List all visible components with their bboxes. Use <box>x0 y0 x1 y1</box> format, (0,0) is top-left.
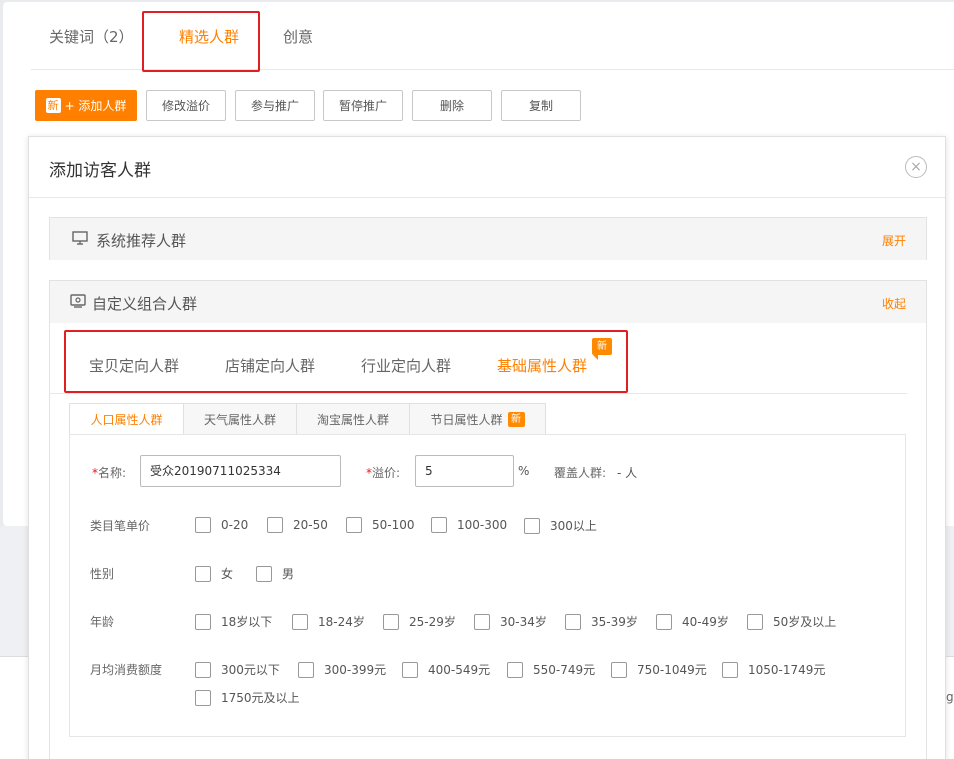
subtab-holiday[interactable]: 节日属性人群 新 <box>409 403 546 435</box>
price-option[interactable]: 0-20 <box>195 517 248 533</box>
checkbox[interactable] <box>524 517 540 534</box>
subtab-weather[interactable]: 天气属性人群 <box>183 403 297 435</box>
checkbox[interactable] <box>195 689 211 706</box>
age-option[interactable]: 18岁以下 <box>195 613 272 630</box>
spend-option[interactable]: 1050-1749元 <box>722 661 825 678</box>
new-tag: 新 <box>45 98 61 113</box>
age-option[interactable]: 30-34岁 <box>474 613 547 630</box>
price-option[interactable]: 50-100 <box>346 517 415 533</box>
checkbox[interactable] <box>195 613 211 630</box>
premium-label: *溢价: <box>366 466 401 480</box>
spend-option[interactable]: 400-549元 <box>402 661 490 678</box>
checkbox[interactable] <box>346 517 362 533</box>
price-option[interactable]: 20-50 <box>267 517 328 533</box>
custom-audience-icon <box>70 294 86 308</box>
copy-button[interactable]: 复制 <box>501 90 581 121</box>
age-option[interactable]: 18-24岁 <box>292 613 365 630</box>
spend-filter-label: 月均消费额度 <box>90 663 163 677</box>
add-audience-button[interactable]: 新 + 添加人群 <box>35 90 137 121</box>
collapse-link[interactable]: 收起 <box>882 295 906 312</box>
section-title: 自定义组合人群 <box>92 295 198 313</box>
subtab-demographic[interactable]: 人口属性人群 <box>69 403 184 435</box>
price-option[interactable]: 300以上 <box>524 517 597 534</box>
age-option[interactable]: 40-49岁 <box>656 613 729 630</box>
age-option[interactable]: 50岁及以上 <box>747 613 836 630</box>
checkbox[interactable] <box>611 661 627 678</box>
active-tab-highlight <box>142 11 260 72</box>
checkbox[interactable] <box>747 613 763 630</box>
age-filter-label: 年龄 <box>90 615 115 629</box>
divider <box>49 393 907 394</box>
spend-option[interactable]: 300-399元 <box>298 661 386 678</box>
tab-keywords[interactable]: 关键词（2） <box>49 26 134 47</box>
tab-creatives[interactable]: 创意 <box>283 26 313 47</box>
coverage-label: 覆盖人群: <box>554 466 607 480</box>
checkbox[interactable] <box>195 517 211 533</box>
subtab-holiday-label: 节日属性人群 <box>430 412 503 427</box>
close-icon[interactable]: × <box>905 156 927 178</box>
name-label: *名称: <box>92 466 127 480</box>
gender-filter-label: 性别 <box>90 567 115 581</box>
custom-combination-header[interactable]: 自定义组合人群 收起 <box>50 281 926 323</box>
section-title: 系统推荐人群 <box>96 232 187 250</box>
new-badge: 新 <box>592 338 612 360</box>
checkbox[interactable] <box>267 517 283 533</box>
percent-unit: % <box>518 464 530 478</box>
edit-premium-button[interactable]: 修改溢价 <box>146 90 226 121</box>
checkbox[interactable] <box>195 565 211 582</box>
age-option[interactable]: 35-39岁 <box>565 613 638 630</box>
divider <box>29 197 945 198</box>
checkbox[interactable] <box>722 661 738 678</box>
add-visitor-audience-dialog: 添加访客人群 × 系统推荐人群 展开 自定义组合人群 收起 宝贝定向人群 店铺定… <box>28 136 946 759</box>
checkbox[interactable] <box>431 517 447 533</box>
monitor-icon <box>72 231 88 245</box>
price-filter-label: 类目笔单价 <box>90 519 151 533</box>
checkbox[interactable] <box>474 613 490 630</box>
category-tabs-highlight <box>64 330 628 393</box>
system-recommended-section: 系统推荐人群 展开 <box>49 217 927 260</box>
checkbox[interactable] <box>507 661 523 678</box>
gender-option[interactable]: 男 <box>256 565 294 582</box>
subtab-taobao[interactable]: 淘宝属性人群 <box>296 403 410 435</box>
price-option[interactable]: 100-300 <box>431 517 507 533</box>
premium-input[interactable]: 5 <box>415 455 514 487</box>
expand-link[interactable]: 展开 <box>882 232 906 249</box>
demographic-form: *名称: 受众20190711025334 *溢价: 5 % 覆盖人群: - 人… <box>69 434 906 737</box>
dialog-title: 添加访客人群 <box>49 161 151 181</box>
pause-promotion-button[interactable]: 暂停推广 <box>323 90 403 121</box>
spend-option[interactable]: 1750元及以上 <box>195 689 300 706</box>
checkbox[interactable] <box>383 613 399 630</box>
spend-option[interactable]: 550-749元 <box>507 661 595 678</box>
spend-option[interactable]: 750-1049元 <box>611 661 707 678</box>
new-badge: 新 <box>507 411 525 427</box>
checkbox[interactable] <box>256 565 272 582</box>
join-promotion-button[interactable]: 参与推广 <box>235 90 315 121</box>
edge-text-fragment: g <box>946 690 954 704</box>
spend-option[interactable]: 300元以下 <box>195 661 280 678</box>
system-recommended-header[interactable]: 系统推荐人群 展开 <box>50 218 926 260</box>
checkbox[interactable] <box>292 613 308 630</box>
coverage-value: - 人 <box>617 466 638 480</box>
audience-name-input[interactable]: 受众20190711025334 <box>140 455 341 487</box>
delete-button[interactable]: 删除 <box>412 90 492 121</box>
checkbox[interactable] <box>656 613 672 630</box>
checkbox[interactable] <box>565 613 581 630</box>
checkbox[interactable] <box>298 661 314 678</box>
age-option[interactable]: 25-29岁 <box>383 613 456 630</box>
add-audience-label: + 添加人群 <box>64 99 127 113</box>
gender-option[interactable]: 女 <box>195 565 233 582</box>
checkbox[interactable] <box>195 661 211 678</box>
checkbox[interactable] <box>402 661 418 678</box>
